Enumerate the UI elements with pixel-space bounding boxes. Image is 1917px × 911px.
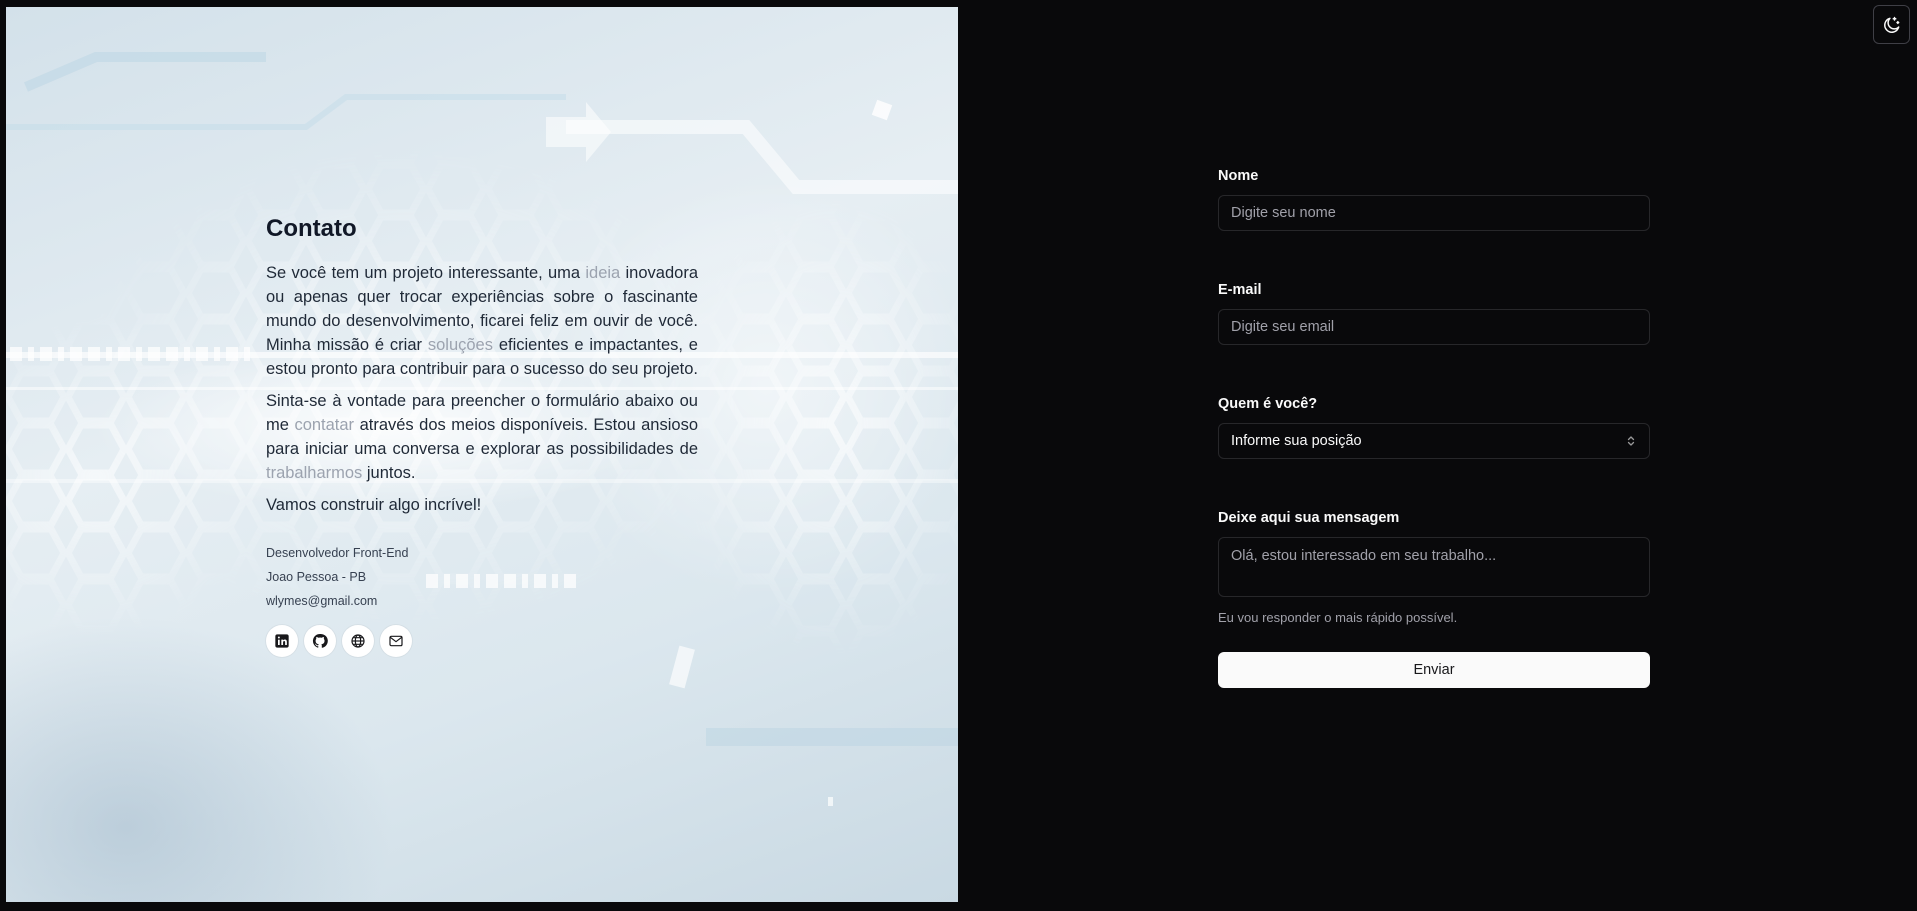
github-icon [312,633,328,648]
moon-sparkles-icon [1883,16,1899,33]
contact-details: Desenvolvedor Front-End Joao Pessoa - PB… [266,541,698,613]
role-select[interactable]: Informe sua posição [1218,423,1650,459]
name-input[interactable] [1218,195,1650,231]
email-label: E-mail [1218,282,1262,298]
email-link[interactable] [380,625,412,657]
message-label: Deixe aqui sua mensagem [1218,510,1400,526]
highlight-solucoes: soluções [427,336,493,354]
closing-paragraph: Vamos construir algo incrível! [266,496,482,514]
message-textarea[interactable] [1218,537,1650,597]
submit-button[interactable]: Enviar [1218,652,1650,688]
linkedin-link[interactable] [266,625,298,657]
chevron-up-down-icon [1627,436,1635,446]
highlight-contatar: contatar [294,416,355,434]
response-hint: Eu vou responder o mais rápido possível. [1218,610,1458,625]
email-field-group: E-mail [1218,280,1650,345]
location: Joao Pessoa - PB [266,570,367,584]
mail-icon [389,635,403,647]
name-label: Nome [1218,168,1259,184]
role-field-group: Quem é você? Informe sua posição [1218,394,1650,459]
email-input[interactable] [1218,309,1650,345]
theme-toggle-button[interactable] [1873,5,1910,44]
message-field-group: Deixe aqui sua mensagem Eu vou responder… [1218,508,1650,625]
website-link[interactable] [342,625,374,657]
linkedin-icon [275,634,289,648]
invite-text: juntos. [362,464,416,482]
role-label: Quem é você? [1218,396,1318,412]
job-role: Desenvolvedor Front-End [266,546,409,560]
contact-title: Contato [266,215,357,242]
email-address: wlymes@gmail.com [266,594,378,608]
contact-content: Contato Se você tem um projeto interessa… [266,215,698,657]
highlight-ideia: ideia [585,264,621,282]
contact-info-panel: Contato Se você tem um projeto interessa… [6,7,958,902]
role-select-value: Informe sua posição [1231,433,1362,449]
intro-text: Se você tem um projeto interessante, uma [266,264,586,282]
github-link[interactable] [304,625,336,657]
contact-form: Nome E-mail Quem é você? Informe sua pos… [1218,166,1650,688]
globe-icon [351,634,365,648]
name-field-group: Nome [1218,166,1650,231]
social-links [266,625,698,657]
invite-paragraph: Sinta-se à vontade para preencher o form… [266,389,698,485]
highlight-trabalharmos: trabalharmos [266,464,363,482]
intro-paragraph: Se você tem um projeto interessante, uma… [266,261,698,381]
